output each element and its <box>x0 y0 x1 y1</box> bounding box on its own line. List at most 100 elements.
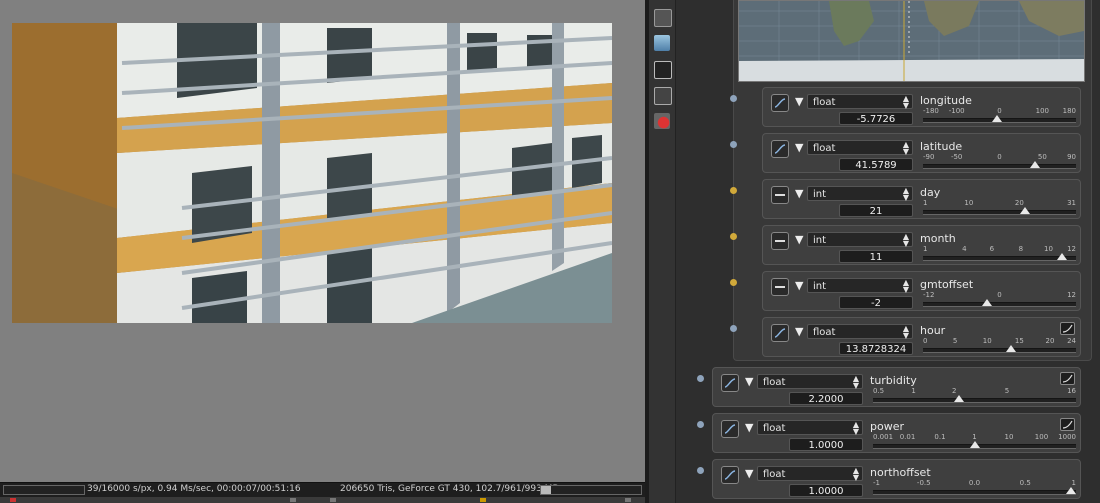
slider-thumb[interactable] <box>969 441 980 448</box>
value-slider[interactable]: -1 -0.5 0.0 0.5 1 <box>873 479 1076 497</box>
type-select[interactable]: float ▲ ▼ <box>757 420 863 436</box>
slider-tick-label: 0.1 <box>934 433 946 441</box>
slider-thumb[interactable] <box>992 115 1003 122</box>
collapse-triangle-icon[interactable]: ▼ <box>795 325 803 338</box>
value-slider[interactable]: 0.5 1 2 5 16 <box>873 387 1076 405</box>
type-select[interactable]: float ▲ ▼ <box>807 140 913 156</box>
slider-tick-label: 2 <box>951 387 957 395</box>
expression-icon[interactable] <box>1060 322 1075 335</box>
value-slider[interactable]: -12 0 12 <box>923 291 1076 309</box>
value-slider[interactable]: 1 10 20 31 <box>923 199 1076 217</box>
value-field[interactable]: 21 <box>839 204 913 217</box>
value-field[interactable]: -2 <box>839 296 913 309</box>
param-port-dot[interactable] <box>730 325 737 332</box>
collapse-triangle-icon[interactable]: ▼ <box>745 467 753 480</box>
value-slider[interactable]: 0 5 10 15 20 24 <box>923 337 1076 355</box>
param-port-dot[interactable] <box>730 141 737 148</box>
param-name: turbidity <box>870 374 917 387</box>
slider-tick-label: 1 <box>911 387 916 395</box>
type-select[interactable]: float ▲ ▼ <box>807 94 913 110</box>
int-box-icon[interactable] <box>771 278 789 296</box>
render-viewport[interactable] <box>0 0 645 482</box>
curve-editor-icon[interactable] <box>721 466 739 484</box>
material-icon[interactable] <box>654 113 670 129</box>
slider-thumb[interactable] <box>954 395 965 402</box>
type-select[interactable]: int ▲ ▼ <box>807 278 913 294</box>
slider-track[interactable] <box>923 302 1076 307</box>
image-icon[interactable] <box>654 61 672 79</box>
param-row-northoffset: ▼ float ▲ ▼ northoffset 1.0000 -1 -0.5 0.0 0.5 1 <box>712 459 1081 499</box>
slider-tick-label: -50 <box>950 153 963 161</box>
param-port-dot[interactable] <box>730 279 737 286</box>
slider-track[interactable] <box>923 348 1076 353</box>
curve-editor-icon[interactable] <box>771 140 789 158</box>
slider-track[interactable] <box>923 256 1076 261</box>
int-box-icon[interactable] <box>771 232 789 250</box>
expression-icon[interactable] <box>1060 418 1075 431</box>
type-select[interactable]: float ▲ ▼ <box>757 466 863 482</box>
value-slider[interactable]: -180 -100 0 100 180 <box>923 107 1076 125</box>
param-port-dot[interactable] <box>730 95 737 102</box>
select-arrows-icon: ▲ ▼ <box>902 278 909 294</box>
value-field[interactable]: 41.5789 <box>839 158 913 171</box>
filter-icon[interactable] <box>654 87 672 105</box>
collapse-triangle-icon[interactable]: ▼ <box>795 95 803 108</box>
value-slider[interactable]: 1 4 6 8 10 12 <box>923 245 1076 263</box>
slider-tick-label: 90 <box>1067 153 1076 161</box>
slider-track[interactable] <box>873 490 1076 495</box>
type-select[interactable]: float ▲ ▼ <box>807 324 913 340</box>
slider-thumb[interactable] <box>1066 487 1076 494</box>
param-port-dot[interactable] <box>697 467 704 474</box>
curve-editor-icon[interactable] <box>721 374 739 392</box>
value-field[interactable]: 2.2000 <box>789 392 863 405</box>
record-icon[interactable] <box>10 498 16 502</box>
value-field[interactable]: 1.0000 <box>789 438 863 451</box>
toolbar-icon[interactable] <box>480 498 486 502</box>
slider-tick-label: 1 <box>923 199 928 207</box>
type-select[interactable]: float ▲ ▼ <box>757 374 863 390</box>
world-map[interactable] <box>738 0 1085 82</box>
value-slider[interactable]: -90 -50 0 50 90 <box>923 153 1076 171</box>
curve-editor-icon[interactable] <box>721 420 739 438</box>
slider-tick-label: 0.0 <box>968 479 981 487</box>
slider-thumb[interactable] <box>1020 207 1031 214</box>
slider-thumb[interactable] <box>1006 345 1017 352</box>
slider-track[interactable] <box>923 210 1076 215</box>
type-select[interactable]: int ▲ ▼ <box>807 232 913 248</box>
value-field[interactable]: 13.8728324 <box>839 342 913 355</box>
toolbar-icon[interactable] <box>290 498 296 502</box>
collapse-triangle-icon[interactable]: ▼ <box>795 279 803 292</box>
value-field[interactable]: 1.0000 <box>789 484 863 497</box>
collapse-triangle-icon[interactable]: ▼ <box>795 187 803 200</box>
slider-track[interactable] <box>873 398 1076 403</box>
layers-icon[interactable] <box>654 35 670 51</box>
slider-tick-label: -100 <box>948 107 965 115</box>
slider-thumb[interactable] <box>1057 253 1068 260</box>
param-port-dot[interactable] <box>730 187 737 194</box>
slider-thumb[interactable] <box>981 299 992 306</box>
slider-thumb[interactable] <box>1029 161 1040 168</box>
param-port-dot[interactable] <box>730 233 737 240</box>
slider-tick-label: 0 <box>997 107 1002 115</box>
collapse-triangle-icon[interactable]: ▼ <box>795 141 803 154</box>
type-select[interactable]: int ▲ ▼ <box>807 186 913 202</box>
tabs-icon[interactable] <box>654 9 672 27</box>
toolbar-icon[interactable] <box>625 498 631 502</box>
slider-track[interactable] <box>923 164 1076 169</box>
collapse-triangle-icon[interactable]: ▼ <box>745 375 753 388</box>
param-port-dot[interactable] <box>697 421 704 428</box>
select-arrows-icon: ▲ ▼ <box>852 420 859 436</box>
value-slider[interactable]: 0.001 0.01 0.1 1 10 100 1000 <box>873 433 1076 451</box>
collapse-triangle-icon[interactable]: ▼ <box>795 233 803 246</box>
slider-tick-label: 0.01 <box>899 433 916 441</box>
int-box-icon[interactable] <box>771 186 789 204</box>
curve-editor-icon[interactable] <box>771 94 789 112</box>
expression-icon[interactable] <box>1060 372 1075 385</box>
slider-tick-label: 50 <box>1037 153 1047 161</box>
value-field[interactable]: 11 <box>839 250 913 263</box>
toolbar-icon[interactable] <box>330 498 336 502</box>
param-port-dot[interactable] <box>697 375 704 382</box>
value-field[interactable]: -5.7726 <box>839 112 913 125</box>
curve-editor-icon[interactable] <box>771 324 789 342</box>
collapse-triangle-icon[interactable]: ▼ <box>745 421 753 434</box>
